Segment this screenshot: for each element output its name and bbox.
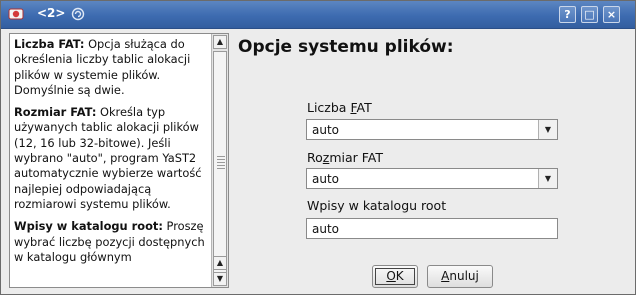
ok-button[interactable]: OK <box>372 265 418 288</box>
fat-count-value: auto <box>312 123 340 137</box>
chevron-down-icon[interactable]: ▼ <box>538 169 557 188</box>
fat-size-value: auto <box>312 172 340 186</box>
fat-size-select[interactable]: auto ▼ <box>306 168 558 189</box>
help-button[interactable]: ? <box>559 6 576 23</box>
scroll-grip <box>217 156 225 170</box>
root-entries-label: Wpisy w katalogu root <box>307 198 447 213</box>
help-paragraph-fat-count: Liczba FAT: Opcja służąca do określenia … <box>14 37 214 98</box>
sticky-swirl-icon[interactable] <box>71 7 85 21</box>
window-title: <2> <box>37 6 66 20</box>
help-paragraph-fat-size: Rozmiar FAT: Określa typ używanych tabli… <box>14 105 214 212</box>
help-body: Określa typ używanych tablic alokacji pl… <box>14 105 202 211</box>
scroll-up-icon[interactable]: ▲ <box>213 256 227 270</box>
scroll-thumb[interactable] <box>213 51 227 276</box>
help-term: Liczba FAT: <box>14 37 85 51</box>
dialog-window: <2> ? □ × Liczba FAT: Opcja służąca do o… <box>0 0 636 295</box>
scroll-down-icon[interactable]: ▼ <box>213 272 227 286</box>
chevron-down-icon[interactable]: ▼ <box>538 120 557 139</box>
help-text-pane[interactable]: Liczba FAT: Opcja służąca do określenia … <box>9 33 229 288</box>
scroll-up-icon[interactable]: ▲ <box>213 35 227 49</box>
fat-count-select[interactable]: auto ▼ <box>306 119 558 140</box>
help-term: Rozmiar FAT: <box>14 105 97 120</box>
title-bar[interactable]: <2> ? □ × <box>1 1 635 29</box>
fat-size-label: Rozmiar FAT <box>307 150 384 165</box>
help-paragraph-root-entries: Wpisy w katalogu root: Proszę wybrać lic… <box>14 219 214 265</box>
fat-count-label: Liczba FAT <box>307 100 372 115</box>
help-term: Wpisy w katalogu root: <box>14 219 163 234</box>
root-entries-input[interactable] <box>306 218 558 239</box>
close-button[interactable]: × <box>603 6 620 23</box>
help-scrollbar[interactable]: ▲ ▲ ▼ <box>211 34 228 287</box>
app-icon[interactable] <box>8 7 24 21</box>
page-title: Opcje systemu plików: <box>238 37 454 57</box>
maximize-button[interactable]: □ <box>581 6 598 23</box>
help-text: Liczba FAT: Opcja służąca do określenia … <box>14 37 214 272</box>
cancel-button[interactable]: Anuluj <box>427 265 493 288</box>
